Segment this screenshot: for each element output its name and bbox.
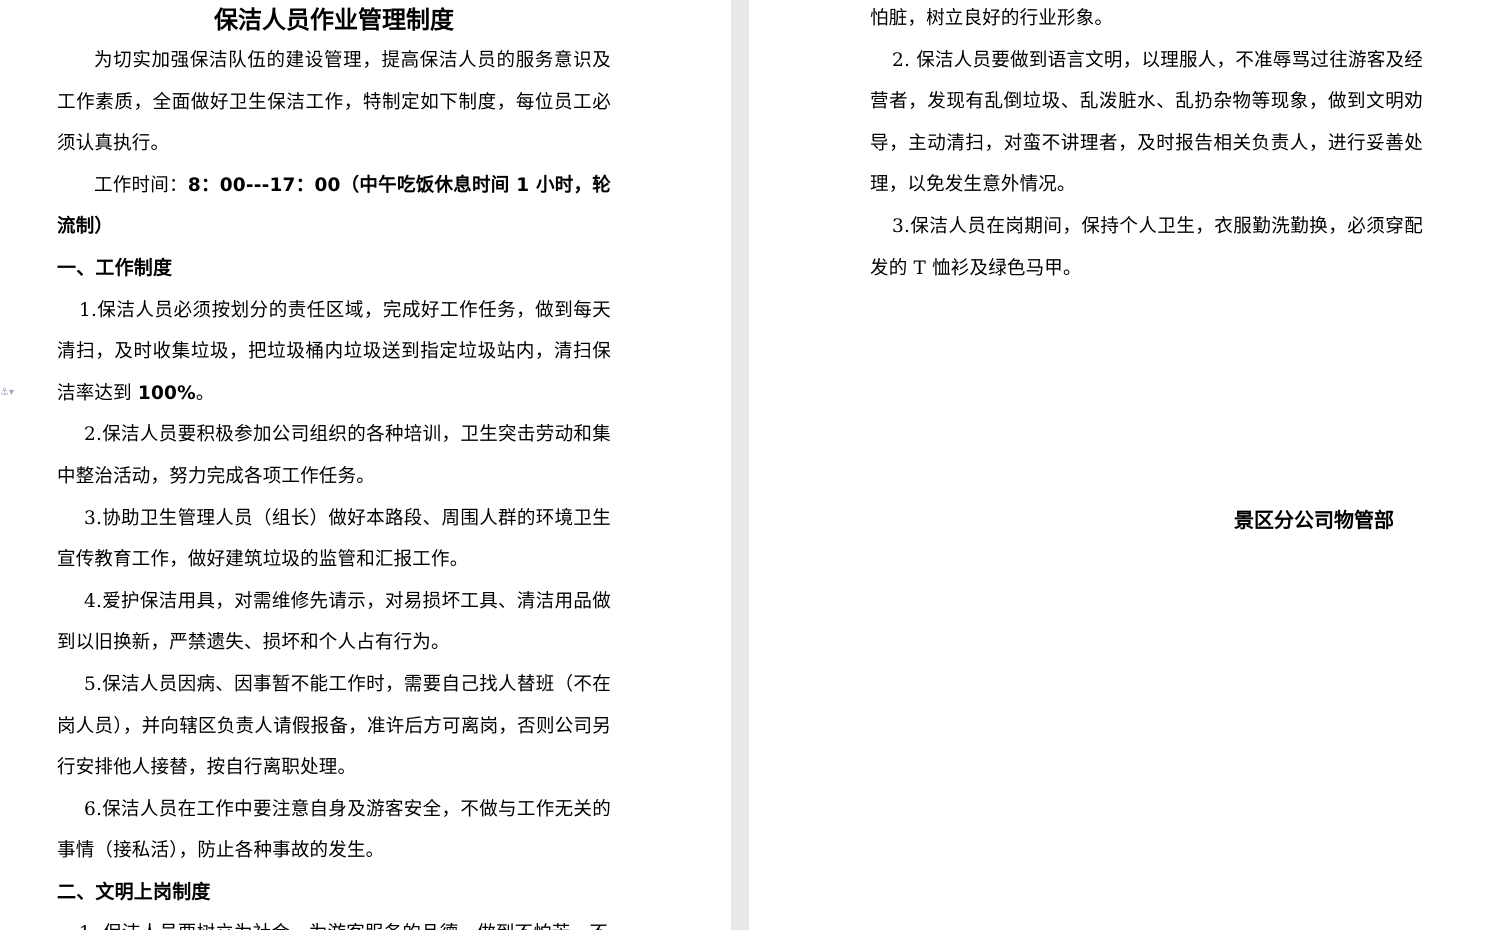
- document-title: 保洁人员作业管理制度: [214, 6, 454, 34]
- section-heading-civil-conduct: 二、文明上岗制度: [57, 880, 211, 903]
- document-body-left: 为切实加强保洁队伍的建设管理，提高保洁人员的服务意识及工作素质，全面做好卫生保洁…: [57, 40, 611, 930]
- work-rule-item-3: 3.协助卫生管理人员（组长）做好本路段、周围人群的环境卫生宣传教育工作，做好建筑…: [57, 507, 611, 571]
- page-separator: [731, 0, 749, 930]
- work-time-label: 工作时间：: [94, 174, 188, 196]
- conduct-rule-item-1-part2: 怕脏，树立良好的行业形象。: [870, 8, 1114, 29]
- conduct-rule-item-2: 2. 保洁人员要做到语言文明，以理服人，不准辱骂过往游客及经营者，发现有乱倒垃圾…: [870, 49, 1423, 196]
- intro-paragraph: 为切实加强保洁队伍的建设管理，提高保洁人员的服务意识及工作素质，全面做好卫生保洁…: [57, 50, 611, 155]
- work-rule-item-1-end: 。: [195, 382, 215, 404]
- document-body-right: 怕脏，树立良好的行业形象。 2. 保洁人员要做到语言文明，以理服人，不准辱骂过往…: [870, 0, 1423, 289]
- section-heading-work-rules: 一、工作制度: [57, 256, 173, 279]
- work-rule-item-6: 6.保洁人员在工作中要注意自身及游客安全，不做与工作无关的事情（接私活），防止各…: [57, 798, 611, 862]
- document-page-right: 怕脏，树立良好的行业形象。 2. 保洁人员要做到语言文明，以理服人，不准辱骂过往…: [749, 0, 1494, 930]
- work-rule-item-4: 4.爱护保洁用具，对需维修先请示，对易损坏工具、清洁用品做到以旧换新，严禁遗失、…: [57, 590, 611, 654]
- cleaning-rate-value: 100%: [137, 382, 196, 404]
- work-time-paragraph: 工作时间：8：00---17：00（中午吃饭休息时间 1 小时，轮流制）: [57, 165, 611, 248]
- conduct-rule-item-1-part1: 1. 保洁人员要树立为社会、为游客服务的品德，做到不怕苦、不: [57, 913, 611, 930]
- conduct-rule-item-3: 3.保洁人员在岗期间，保持个人卫生，衣服勤洗勤换，必须穿配发的 T 恤衫及绿色马…: [870, 215, 1423, 279]
- work-rule-item-5: 5.保洁人员因病、因事暂不能工作时，需要自己找人替班（不在岗人员），并向辖区负责…: [57, 673, 611, 779]
- work-rule-item-2: 2.保洁人员要积极参加公司组织的各种培训，卫生突击劳动和集中整治活动，努力完成各…: [57, 424, 611, 487]
- signature-department: 景区分公司物管部: [1234, 508, 1394, 532]
- document-page-left: ⚓▾ 保洁人员作业管理制度 为切实加强保洁队伍的建设管理，提高保洁人员的服务意识…: [0, 0, 731, 930]
- work-rule-item-1: 1.保洁人员必须按划分的责任区域，完成好工作任务，做到每天清扫，及时收集垃圾，把…: [57, 290, 611, 415]
- paragraph-anchor-icon[interactable]: ⚓▾: [0, 386, 14, 400]
